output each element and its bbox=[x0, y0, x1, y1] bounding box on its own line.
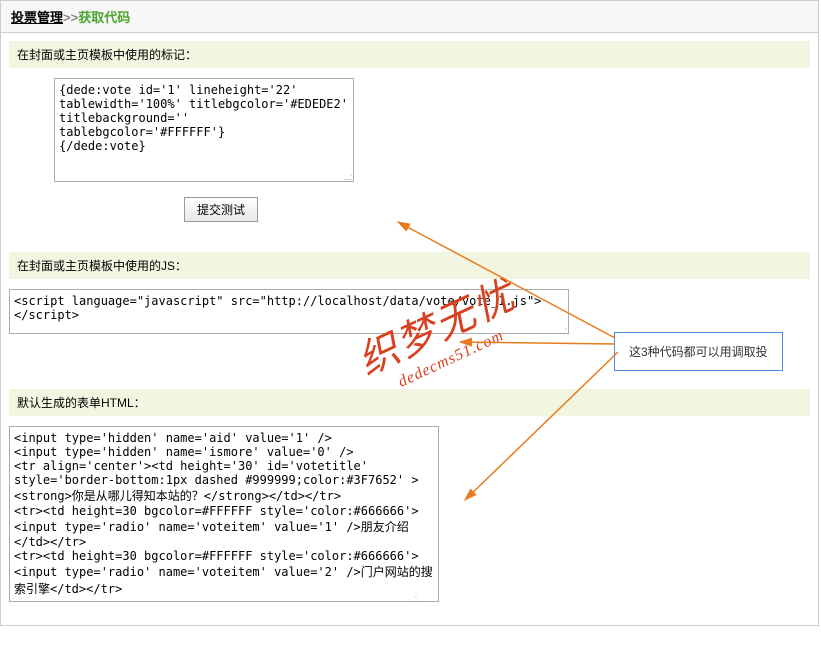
breadcrumb-current: 获取代码 bbox=[78, 10, 130, 25]
resize-handle-icon: ..: bbox=[409, 594, 417, 605]
resize-handle-icon: ..: bbox=[344, 172, 352, 183]
submit-test-button[interactable]: 提交测试 bbox=[184, 197, 258, 222]
template-tag-textarea[interactable] bbox=[54, 78, 354, 182]
breadcrumb-link[interactable]: 投票管理 bbox=[11, 10, 63, 25]
breadcrumb-sep: >> bbox=[63, 10, 78, 25]
html-code-textarea[interactable] bbox=[9, 426, 439, 602]
section1-title: 在封面或主页模板中使用的标记： bbox=[9, 41, 810, 68]
annotation-callout: 这3种代码都可以用调取投 bbox=[614, 332, 783, 371]
breadcrumb: 投票管理>>获取代码 bbox=[1, 1, 818, 33]
resize-handle-icon: ..: bbox=[559, 326, 567, 337]
section3-title: 默认生成的表单HTML： bbox=[9, 389, 810, 416]
section2-title: 在封面或主页模板中使用的JS： bbox=[9, 252, 810, 279]
js-code-textarea[interactable] bbox=[9, 289, 569, 334]
